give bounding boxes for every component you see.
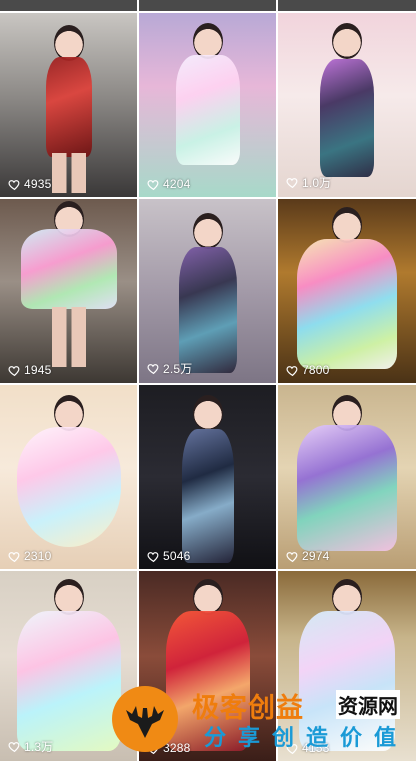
top-partial-row-1 <box>0 0 137 11</box>
like-count: 5046 <box>147 549 191 563</box>
like-count: 4935 <box>8 177 52 191</box>
like-count: 2.5万 <box>147 360 192 377</box>
top-partial-row-3 <box>278 0 416 11</box>
like-count-text: 1.0万 <box>302 176 332 190</box>
like-count-text: 4935 <box>24 177 52 191</box>
watermark-logo <box>112 686 178 752</box>
heart-icon <box>286 365 298 376</box>
like-count: 2974 <box>286 549 330 563</box>
video-card[interactable]: 1945 <box>0 199 137 383</box>
watermark-line2: 分享创造价值 <box>204 726 409 751</box>
heart-icon <box>8 365 20 376</box>
video-card[interactable]: 7800 <box>278 199 416 383</box>
like-count-text: 2.5万 <box>163 362 193 376</box>
watermark-line1b: 资源网 <box>336 690 400 719</box>
video-card[interactable]: 2.5万 <box>139 199 276 383</box>
like-count-text: 7800 <box>302 363 330 377</box>
like-count-text: 2974 <box>302 549 330 563</box>
heart-icon <box>286 178 298 189</box>
deer-icon <box>126 706 164 738</box>
like-count-text: 4204 <box>163 177 191 191</box>
heart-icon <box>147 179 159 190</box>
like-count-text: 1.3万 <box>24 740 54 754</box>
like-count: 1945 <box>8 363 52 377</box>
heart-icon <box>8 179 20 190</box>
heart-icon <box>147 551 159 562</box>
like-count: 2310 <box>8 549 52 563</box>
heart-icon <box>147 364 159 375</box>
video-card[interactable]: 4935 <box>0 13 137 197</box>
like-count-text: 1945 <box>24 363 52 377</box>
like-count: 1.0万 <box>286 174 331 191</box>
video-card[interactable]: 2974 <box>278 385 416 569</box>
heart-icon <box>286 551 298 562</box>
video-card[interactable]: 1.0万 <box>278 13 416 197</box>
like-count: 1.3万 <box>8 738 53 755</box>
video-card[interactable]: 4204 <box>139 13 276 197</box>
video-card[interactable]: 5046 <box>139 385 276 569</box>
like-count: 7800 <box>286 363 330 377</box>
video-card[interactable]: 2310 <box>0 385 137 569</box>
top-partial-row-2 <box>139 0 276 11</box>
video-grid: 4935 4204 1.0万 1945 2.5万 7800 2310 5046 … <box>0 0 416 761</box>
heart-icon <box>8 551 20 562</box>
like-count-text: 5046 <box>163 549 191 563</box>
like-count-text: 2310 <box>24 549 52 563</box>
like-count: 4204 <box>147 177 191 191</box>
watermark: 极客创益 资源网 分享创造价值 <box>110 684 416 753</box>
heart-icon <box>8 742 20 753</box>
